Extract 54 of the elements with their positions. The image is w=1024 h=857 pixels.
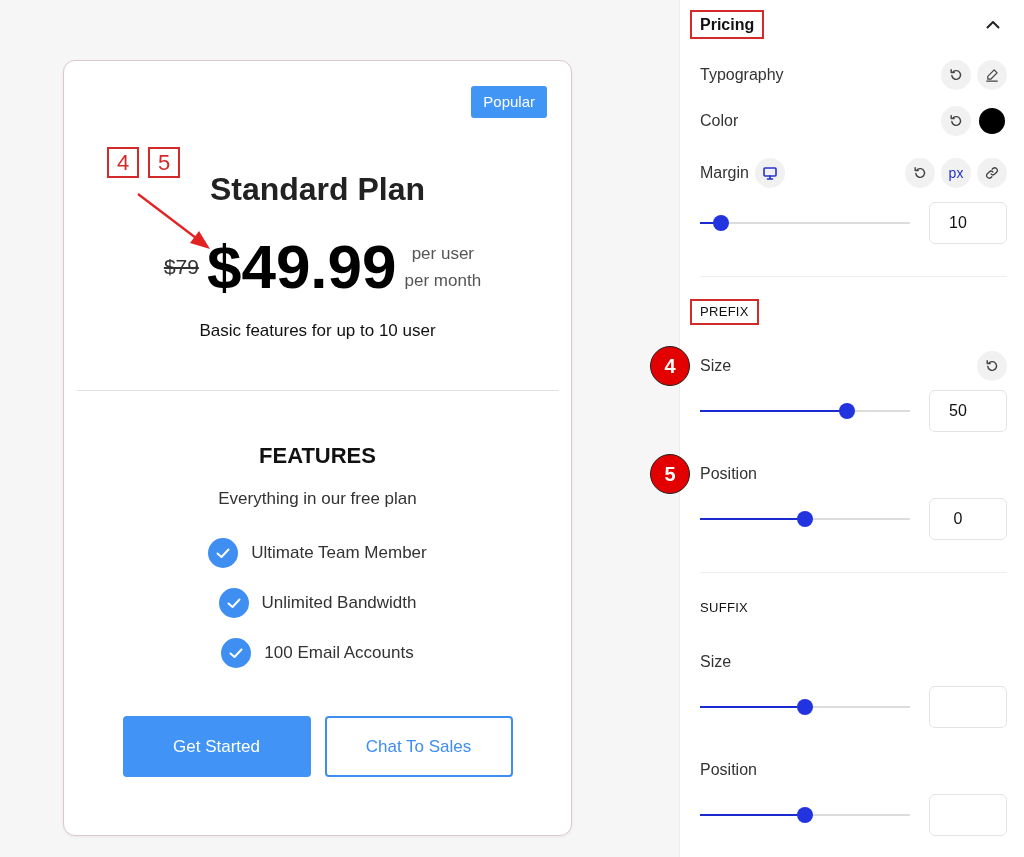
group-title: SUFFIX	[699, 599, 750, 617]
field-label: Margin	[700, 164, 749, 182]
field-label: Size	[700, 653, 732, 671]
feature-text: Ultimate Team Member	[251, 543, 427, 563]
check-icon	[221, 638, 252, 668]
reset-button[interactable]	[941, 106, 971, 136]
slider-thumb[interactable]	[797, 511, 813, 527]
reset-button[interactable]	[905, 158, 935, 188]
monitor-icon[interactable]	[762, 166, 777, 180]
check-icon	[208, 538, 239, 568]
feature-text: Unlimited Bandwidth	[261, 593, 417, 613]
check-icon	[218, 588, 249, 618]
unit-button[interactable]: px	[941, 158, 971, 188]
reset-button[interactable]	[977, 351, 1007, 381]
field-label: Typography	[700, 66, 784, 84]
features-heading: FEATURES	[259, 442, 376, 470]
device-button[interactable]	[754, 158, 785, 188]
field-label: Position	[700, 761, 757, 779]
popular-badge: Popular	[471, 86, 547, 118]
slider-thumb[interactable]	[797, 699, 813, 715]
features-intro: Everything in our free plan	[218, 488, 417, 510]
number-field[interactable]	[929, 686, 1007, 728]
group-title: PREFIX	[690, 299, 759, 325]
reset-button[interactable]	[941, 60, 971, 90]
callout-number: 5	[148, 147, 180, 178]
price-period: per month	[404, 270, 482, 292]
number-field[interactable]: 0	[929, 498, 1007, 540]
number-field[interactable]	[929, 794, 1007, 836]
field-label: Size	[700, 357, 732, 375]
price: $49.99	[206, 232, 397, 302]
reset-icon[interactable]	[913, 166, 927, 180]
plan-description: Basic features for up to 10 user	[199, 320, 436, 342]
plan-title: Standard Plan	[209, 170, 426, 209]
slider-thumb[interactable]	[797, 807, 813, 823]
slider-thumb[interactable]	[839, 403, 855, 419]
pencil-icon[interactable]	[985, 68, 999, 82]
edit-button[interactable]	[977, 60, 1007, 90]
price-period: per user	[411, 243, 474, 265]
number-field[interactable]: 50	[929, 390, 1007, 432]
field-label: Color	[700, 112, 739, 130]
reset-icon[interactable]	[949, 114, 963, 128]
section-title[interactable]: Pricing	[690, 10, 765, 39]
reset-icon[interactable]	[949, 68, 963, 82]
callout-number: 4	[107, 147, 139, 178]
number-field[interactable]: 10	[929, 202, 1007, 244]
feature-text: 100 Email Accounts	[264, 643, 414, 663]
slider-thumb[interactable]	[713, 215, 729, 231]
old-price: $79	[163, 255, 199, 279]
swatch-icon[interactable]	[979, 108, 1005, 134]
field-label: Position	[700, 465, 757, 483]
reset-icon[interactable]	[985, 359, 999, 373]
link-icon[interactable]	[985, 166, 999, 180]
link-button[interactable]	[977, 158, 1007, 188]
chevron-up-icon[interactable]	[986, 20, 1000, 29]
